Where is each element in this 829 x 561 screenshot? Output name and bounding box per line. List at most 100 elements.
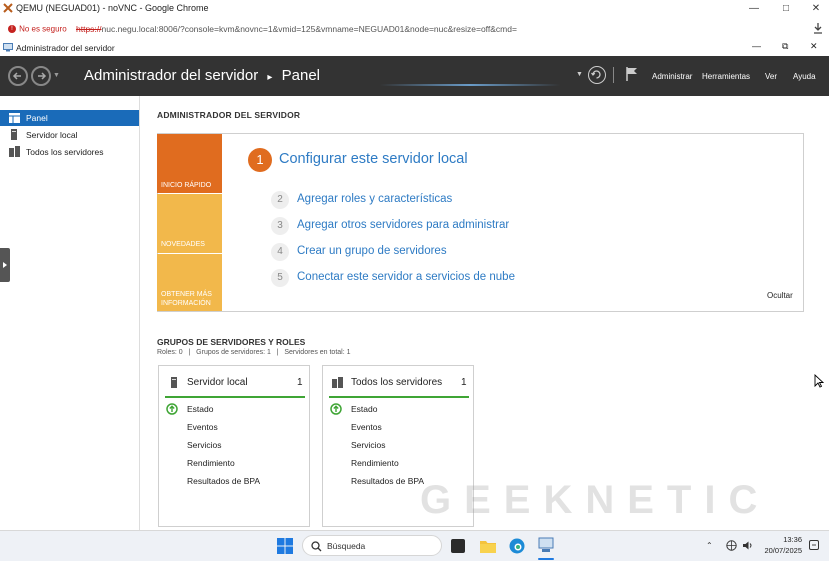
url-path: nuc.negu.local:8006/?console=kvm&novnc=1… <box>101 24 517 34</box>
tab-label: OBTENER MÁS INFORMACIÓN <box>161 291 212 307</box>
menu-ver[interactable]: Ver <box>765 72 777 81</box>
notifications-flag-icon[interactable] <box>625 66 639 82</box>
menu-herramientas[interactable]: Herramientas <box>702 72 750 81</box>
novnc-sidebar-handle[interactable] <box>0 248 10 282</box>
server-icon <box>171 377 177 388</box>
sidebar-item-panel[interactable]: Panel <box>0 110 139 126</box>
mouse-cursor-icon <box>814 374 824 388</box>
tab-novedades[interactable]: NOVEDADES <box>157 194 222 253</box>
tile-row-servicios[interactable]: Servicios <box>187 440 221 450</box>
breadcrumb-root: Administrador del servidor <box>84 67 259 84</box>
url-text[interactable]: https://nuc.negu.local:8006/?console=kvm… <box>76 24 517 34</box>
back-button[interactable] <box>8 66 28 86</box>
page-title: ADMINISTRADOR DEL SERVIDOR <box>157 110 301 120</box>
step-link[interactable]: Configurar este servidor local <box>279 151 468 167</box>
address-bar[interactable]: ! No es seguro https://nuc.negu.local:80… <box>0 18 829 41</box>
notification-bell-icon[interactable] <box>808 539 820 551</box>
tray-overflow-icon[interactable]: ⌃ <box>706 541 713 550</box>
tile-servidor-local[interactable]: Servidor local 1 Estado Eventos Servicio… <box>158 365 310 527</box>
tile-row-estado[interactable]: Estado <box>351 404 377 414</box>
browser-title-bar: QEMU (NEGUAD01) - noVNC - Google Chrome … <box>0 0 829 18</box>
tile-row-eventos[interactable]: Eventos <box>351 422 382 432</box>
step-number: 4 <box>271 243 289 261</box>
tile-row-servicios[interactable]: Servicios <box>351 440 385 450</box>
status-ok-icon <box>166 403 178 415</box>
tile-row-bpa[interactable]: Resultados de BPA <box>187 476 260 486</box>
groups-summary: Roles: 0 | Grupos de servidores: 1 | Ser… <box>157 349 351 356</box>
step-number: 1 <box>248 148 272 172</box>
refresh-dropdown-icon[interactable]: ▼ <box>576 71 583 78</box>
step-link[interactable]: Conectar este servidor a servicios de nu… <box>297 271 515 283</box>
forward-button[interactable] <box>31 66 51 86</box>
step-link[interactable]: Crear un grupo de servidores <box>297 245 447 257</box>
tile-title[interactable]: Todos los servidores <box>351 377 442 388</box>
download-icon[interactable] <box>812 22 824 34</box>
tile-status-bar <box>329 396 469 398</box>
windows-start-icon[interactable] <box>277 538 293 554</box>
history-dropdown-icon[interactable]: ▼ <box>53 72 60 79</box>
sidebar-item-servidor-local[interactable]: Servidor local <box>0 127 139 143</box>
server-manager-taskbar-icon[interactable] <box>538 537 554 553</box>
step-link[interactable]: Agregar otros servidores para administra… <box>297 219 509 231</box>
tile-status-bar <box>165 396 305 398</box>
step-number: 3 <box>271 217 289 235</box>
server-manager-icon <box>3 43 13 52</box>
sidebar-item-label: Servidor local <box>26 130 78 140</box>
search-placeholder: Búsqueda <box>327 541 366 551</box>
qemu-logo-icon <box>3 3 13 13</box>
clock-date[interactable]: 20/07/2025 <box>756 546 802 555</box>
sidebar-item-label: Panel <box>26 113 48 123</box>
menu-administrar[interactable]: Administrar <box>652 72 692 81</box>
minimize-button[interactable]: — <box>742 0 766 18</box>
breadcrumb: Administrador del servidor ▸ Panel <box>84 67 320 84</box>
taskbar-search[interactable]: Búsqueda <box>302 535 442 556</box>
tab-inicio-rapido[interactable]: INICIO RÁPIDO <box>157 134 222 193</box>
status-ok-icon <box>330 403 342 415</box>
tab-label: INICIO RÁPIDO <box>161 182 212 189</box>
servers-icon <box>332 377 343 388</box>
progress-indicator <box>380 84 560 86</box>
warning-icon: ! <box>8 25 16 34</box>
header-divider <box>613 67 614 83</box>
menu-ayuda[interactable]: Ayuda <box>793 72 816 81</box>
tile-row-rendimiento[interactable]: Rendimiento <box>187 458 235 468</box>
watermark: GEEKNETIC <box>420 478 771 522</box>
tab-obtener-mas-informacion[interactable]: OBTENER MÁS INFORMACIÓN <box>157 254 222 311</box>
inner-window-title: Administrador del servidor <box>16 43 115 53</box>
servers-icon <box>9 146 20 157</box>
tile-row-estado[interactable]: Estado <box>187 404 213 414</box>
close-button[interactable]: ✕ <box>804 0 828 18</box>
file-explorer-icon[interactable] <box>480 539 496 553</box>
security-label: No es seguro <box>19 24 67 34</box>
tile-row-eventos[interactable]: Eventos <box>187 422 218 432</box>
hide-link[interactable]: Ocultar <box>767 291 793 300</box>
groups-heading: GRUPOS DE SERVIDORES Y ROLES <box>157 337 306 347</box>
search-icon <box>311 541 322 552</box>
tile-count: 1 <box>297 377 303 388</box>
browser-window-title: QEMU (NEGUAD01) - noVNC - Google Chrome <box>16 3 209 13</box>
refresh-icon[interactable] <box>588 66 606 84</box>
breadcrumb-page: Panel <box>281 67 320 84</box>
security-badge[interactable]: ! No es seguro <box>8 23 67 35</box>
sidebar-item-label: Todos los servidores <box>26 147 104 157</box>
tile-row-rendimiento[interactable]: Rendimiento <box>351 458 399 468</box>
inner-close-button[interactable]: ✕ <box>810 41 818 52</box>
inner-minimize-button[interactable]: — <box>752 41 761 51</box>
server-manager-header: ▼ Administrador del servidor ▸ Panel ▼ A… <box>0 56 829 96</box>
volume-icon[interactable] <box>742 540 754 551</box>
breadcrumb-separator: ▸ <box>267 72 273 83</box>
terminal-icon[interactable] <box>451 539 465 553</box>
inner-maximize-button[interactable]: ⧉ <box>782 41 788 52</box>
step-link[interactable]: Agregar roles y características <box>297 193 452 205</box>
network-icon[interactable] <box>726 540 737 551</box>
dashboard-icon <box>9 113 20 123</box>
edge-browser-icon[interactable] <box>509 538 525 554</box>
step-number: 2 <box>271 191 289 209</box>
clock-time[interactable]: 13:36 <box>756 535 802 544</box>
maximize-button[interactable]: □ <box>774 0 798 18</box>
tile-row-bpa[interactable]: Resultados de BPA <box>351 476 424 486</box>
sidebar-item-todos-servidores[interactable]: Todos los servidores <box>0 144 139 160</box>
server-icon <box>11 129 17 140</box>
taskbar: Búsqueda ⌃ 13:36 20/07/2025 <box>0 530 829 561</box>
tile-title[interactable]: Servidor local <box>187 377 248 388</box>
